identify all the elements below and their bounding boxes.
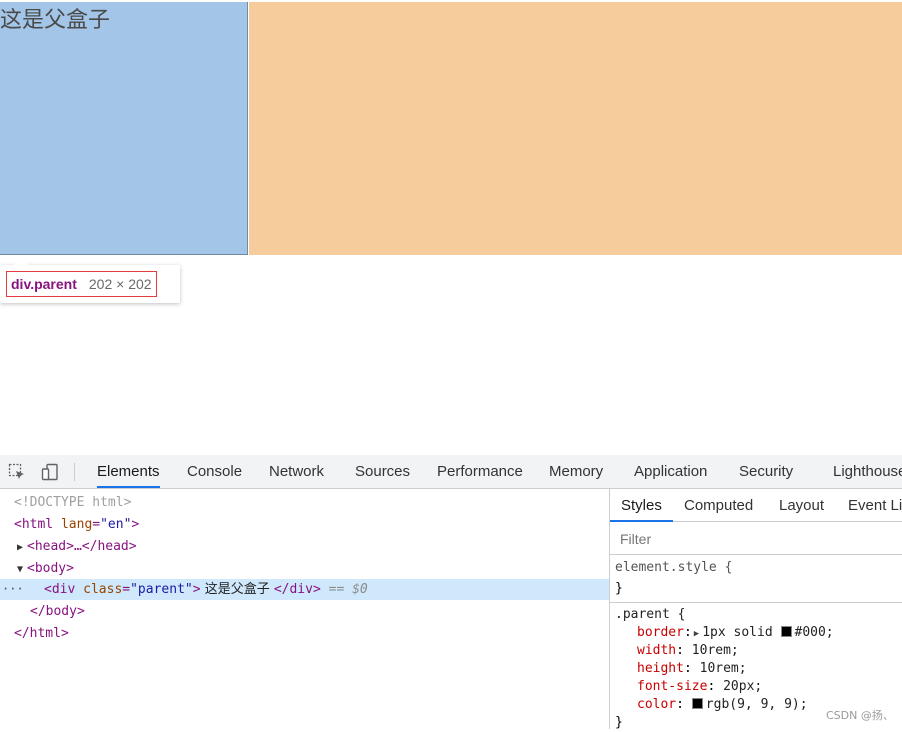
html-lang-attr: lang <box>60 517 93 532</box>
dom-node-body-close[interactable]: </body> <box>0 601 609 622</box>
dom-node-html[interactable]: <html lang="en"> <box>0 514 623 535</box>
tabbar-separator <box>74 463 75 481</box>
tab-application[interactable]: Application <box>634 455 707 488</box>
styles-tab-bar: Styles Computed Layout Event Lis <box>610 489 902 522</box>
tooltip-arrow <box>14 258 28 265</box>
div-close-tag: </div> <box>273 582 321 597</box>
decl-width[interactable]: width: 10rem; <box>615 642 902 660</box>
decl-border-prop: border <box>637 625 684 640</box>
element-style-rule[interactable]: element.style { } <box>610 559 902 598</box>
head-collapsed-text: <head>…</head> <box>27 539 137 554</box>
tab-computed[interactable]: Computed <box>684 489 753 522</box>
html-lang-value: "en" <box>100 517 132 532</box>
tab-lighthouse[interactable]: Lighthouse <box>833 455 902 488</box>
inspect-tooltip: div.parent 202 × 202 <box>0 258 180 303</box>
tooltip-selector: div.parent <box>11 276 77 292</box>
decl-border-color: #000; <box>794 625 834 640</box>
parent-div-text: 这是父盒子 <box>0 8 111 33</box>
dom-node-body[interactable]: ▼ <body> <box>0 558 626 579</box>
tab-event-listeners[interactable]: Event Lis <box>848 489 902 522</box>
margin-highlight <box>249 2 902 255</box>
dom-node-head[interactable]: ▶ <head>…</head> <box>0 536 626 557</box>
parent-rule-selector: .parent { <box>615 607 686 622</box>
decl-font-size-value: 20px; <box>723 679 763 694</box>
watermark-text: CSDN @扬、 <box>826 709 894 722</box>
color-swatch-icon[interactable] <box>780 626 792 637</box>
tab-security[interactable]: Security <box>739 455 793 488</box>
decl-color-prop: color <box>637 697 677 712</box>
dom-node-div-parent[interactable]: ··· <div class="parent"> 这是父盒子 </div> ==… <box>0 579 609 600</box>
decl-font-size[interactable]: font-size: 20px; <box>615 678 902 696</box>
decl-border-value: 1px solid <box>702 625 781 640</box>
div-text-node: 这是父盒子 <box>200 582 274 597</box>
div-open-end: > <box>192 582 201 597</box>
tab-elements[interactable]: Elements <box>97 455 160 488</box>
styles-filter-bar <box>610 523 902 555</box>
tooltip-content: div.parent 202 × 202 <box>6 271 157 297</box>
decl-height-prop: height <box>637 661 684 676</box>
decl-height[interactable]: height: 10rem; <box>615 660 902 678</box>
html-open-end: > <box>131 517 140 532</box>
devtools-panel: Elements Console Network Sources Perform… <box>0 455 902 730</box>
html-close-tag: </html> <box>14 626 69 641</box>
node-actions-icon[interactable]: ··· <box>2 579 24 600</box>
dom-node-html-close[interactable]: </html> <box>0 623 609 644</box>
decl-height-value: 10rem; <box>699 661 747 676</box>
div-class-value: "parent" <box>130 582 193 597</box>
selected-node-marker: == $0 <box>328 582 368 597</box>
rule-separator <box>610 602 902 603</box>
tab-network[interactable]: Network <box>269 455 324 488</box>
element-style-close: } <box>615 581 623 596</box>
inspect-element-icon[interactable] <box>8 463 26 481</box>
element-style-selector: element.style { <box>615 560 733 575</box>
decl-font-size-prop: font-size <box>637 679 708 694</box>
expand-arrow-icon[interactable]: ▶ <box>17 537 27 558</box>
parent-div-highlight[interactable]: 这是父盒子 <box>0 2 248 255</box>
styles-filter-input[interactable] <box>618 530 822 548</box>
devtools-tab-bar: Elements Console Network Sources Perform… <box>0 455 902 489</box>
collapse-arrow-icon[interactable]: ▼ <box>17 559 27 580</box>
tab-console[interactable]: Console <box>187 455 242 488</box>
elements-tree: <!DOCTYPE html> <html lang="en"> ▶ <head>… <box>0 489 609 729</box>
tooltip-dimensions: 202 × 202 <box>88 276 152 292</box>
decl-width-value: 10rem; <box>691 643 739 658</box>
doctype-text: <!DOCTYPE html> <box>14 495 132 510</box>
styles-sidebar: Styles Computed Layout Event Lis element… <box>610 489 902 730</box>
tab-styles[interactable]: Styles <box>610 489 673 522</box>
body-close-tag: </body> <box>30 604 85 619</box>
decl-border[interactable]: border: ▶ 1px solid #000; <box>615 624 902 642</box>
decl-width-prop: width <box>637 643 677 658</box>
body-open-tag: <body> <box>27 561 74 576</box>
device-toolbar-icon[interactable] <box>41 463 59 481</box>
div-class-attr: class <box>83 582 123 597</box>
tab-sources[interactable]: Sources <box>355 455 410 488</box>
color-swatch-icon[interactable] <box>691 698 703 709</box>
tab-layout[interactable]: Layout <box>779 489 824 522</box>
decl-color-value: rgb(9, 9, 9); <box>705 697 808 712</box>
tab-performance[interactable]: Performance <box>437 455 523 488</box>
dom-node-doctype[interactable]: <!DOCTYPE html> <box>0 492 623 513</box>
html-open-tag: <html <box>14 517 54 532</box>
div-open-tag: <div <box>44 582 76 597</box>
shorthand-expand-icon[interactable]: ▶ <box>694 625 699 643</box>
tab-memory[interactable]: Memory <box>549 455 603 488</box>
